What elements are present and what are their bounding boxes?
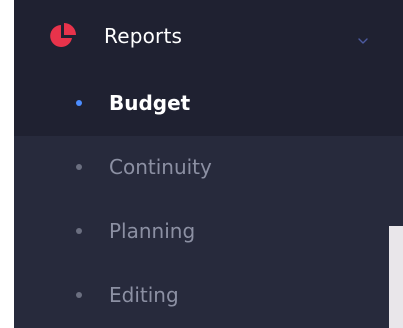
submenu-item-planning[interactable]: Planning: [14, 200, 403, 264]
menu-section-reports[interactable]: Reports: [14, 0, 403, 72]
submenu-item-label: Editing: [109, 283, 179, 307]
menu-section-label: Reports: [104, 24, 183, 48]
submenu-item-label: Planning: [109, 219, 196, 243]
submenu-item-budget[interactable]: Budget: [14, 72, 403, 136]
page-background-edge: [389, 226, 403, 328]
chevron-down-icon[interactable]: [356, 31, 370, 44]
pie-chart-icon: [48, 21, 78, 51]
submenu-item-label: Continuity: [109, 155, 212, 179]
submenu-list: Budget Continuity Planning Editing: [14, 72, 403, 328]
bullet-dot-icon: [76, 164, 82, 170]
sidebar: Reports Budget Continuity Planning Editi…: [14, 0, 403, 328]
submenu-item-label: Budget: [109, 91, 191, 115]
submenu-item-editing[interactable]: Editing: [14, 264, 403, 328]
bullet-dot-icon: [76, 100, 82, 106]
bullet-dot-icon: [76, 228, 82, 234]
bullet-dot-icon: [76, 292, 82, 298]
submenu-item-continuity[interactable]: Continuity: [14, 136, 403, 200]
